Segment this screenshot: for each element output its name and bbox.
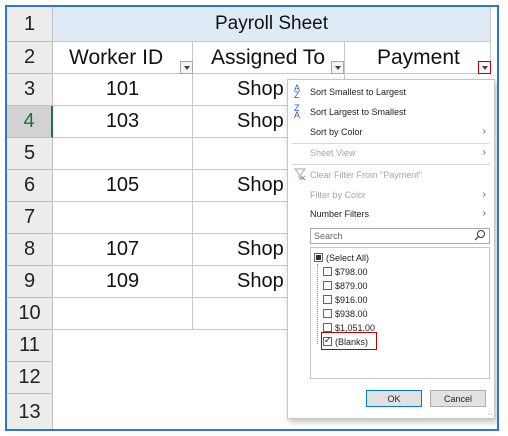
filter-item[interactable]: $798.00 <box>323 265 368 278</box>
row-header-11[interactable]: 11 <box>7 330 53 362</box>
payment-filter-button[interactable] <box>478 61 491 74</box>
worker-id-cell[interactable]: 107 <box>53 234 193 266</box>
sort-by-color-item[interactable]: Sort by Color › <box>288 122 494 142</box>
worker-id-cell[interactable]: 101 <box>53 74 193 106</box>
chevron-right-icon: › <box>482 189 486 200</box>
worker-id-cell[interactable] <box>53 202 193 234</box>
filter-item-label: $1,051.00 <box>335 322 376 333</box>
chevron-right-icon: › <box>482 147 486 158</box>
filter-item[interactable]: $938.00 <box>323 307 368 320</box>
row-header-3[interactable]: 3 <box>7 74 53 106</box>
filter-item-label: $879.00 <box>335 280 368 291</box>
worker-id-cell[interactable]: 105 <box>53 170 193 202</box>
filter-item-checkbox[interactable] <box>323 323 332 332</box>
chevron-right-icon: › <box>482 208 486 219</box>
header-assigned-to-label: Assigned To <box>211 45 326 69</box>
filter-item-checkbox[interactable] <box>323 309 332 318</box>
filter-item-select-all[interactable]: (Select All) <box>314 251 369 264</box>
filter-item-label: $938.00 <box>335 308 368 319</box>
row-header-8[interactable]: 8 <box>7 234 53 266</box>
filter-item-label: (Select All) <box>326 252 370 263</box>
sheet-view-item[interactable]: Sheet View › <box>288 143 494 163</box>
header-assigned-to[interactable]: Assigned To <box>193 42 345 74</box>
sort-by-color-label: Sort by Color <box>310 127 363 137</box>
clear-filter-icon <box>293 168 308 182</box>
row-header-1[interactable]: 1 <box>7 7 53 42</box>
row-header-2[interactable]: 2 <box>7 42 53 74</box>
blanks-highlight <box>321 332 377 350</box>
worker-id-cell[interactable]: 103 <box>53 106 193 138</box>
clear-filter-label: Clear Filter From "Payment" <box>310 170 422 180</box>
assigned-to-filter-button[interactable] <box>331 61 344 74</box>
filter-item-checkbox[interactable] <box>323 281 332 290</box>
filter-value-list: (Select All) $798.00 $879.00 $916.00 $93… <box>310 247 490 379</box>
header-worker-id-label: Worker ID <box>69 45 164 69</box>
search-icon <box>474 230 485 241</box>
select-all-checkbox[interactable] <box>314 253 323 262</box>
filter-by-color-item[interactable]: Filter by Color › <box>288 185 494 205</box>
filter-search-input[interactable]: Search <box>310 228 490 244</box>
row-header-6[interactable]: 6 <box>7 170 53 202</box>
row-header-7[interactable]: 7 <box>7 202 53 234</box>
tree-line <box>317 264 318 344</box>
sheet-title-cell[interactable]: Payroll Sheet <box>53 7 491 42</box>
sort-descending-item[interactable]: ZA Sort Largest to Smallest <box>288 102 494 122</box>
worker-id-filter-button[interactable] <box>180 61 193 74</box>
sheet-view-label: Sheet View <box>310 148 356 158</box>
sort-ascending-label: Sort Smallest to Largest <box>310 87 407 97</box>
chevron-right-icon: › <box>482 126 486 137</box>
cancel-button[interactable]: Cancel <box>430 390 486 407</box>
payment-filter-menu: AZ Sort Smallest to Largest ZA Sort Larg… <box>287 79 495 419</box>
sort-descending-label: Sort Largest to Smallest <box>310 107 407 117</box>
filter-item-checkbox[interactable] <box>323 267 332 276</box>
excel-window: 1 2 3 4 5 6 7 8 9 10 11 12 13 Payroll Sh… <box>5 5 499 431</box>
filter-by-color-label: Filter by Color <box>310 190 367 200</box>
filter-item-label: $798.00 <box>335 266 368 277</box>
header-worker-id[interactable]: Worker ID <box>53 42 193 74</box>
row-header-4[interactable]: 4 <box>7 106 53 138</box>
row-header-9[interactable]: 9 <box>7 266 53 298</box>
ok-button[interactable]: OK <box>366 390 422 407</box>
number-filters-item[interactable]: Number Filters › <box>288 204 494 224</box>
worker-id-cell[interactable]: 109 <box>53 266 193 298</box>
worker-id-cell[interactable] <box>53 138 193 170</box>
row-header-5[interactable]: 5 <box>7 138 53 170</box>
sort-descending-icon: ZA <box>294 103 301 120</box>
header-payment-label: Payment <box>377 45 460 69</box>
header-payment[interactable]: Payment <box>345 42 491 74</box>
sort-ascending-icon: AZ <box>294 83 301 100</box>
filter-item-label: $916.00 <box>335 294 368 305</box>
row-header-12[interactable]: 12 <box>7 362 53 394</box>
filter-item-checkbox[interactable] <box>323 295 332 304</box>
worker-id-cell[interactable] <box>53 298 193 330</box>
clear-filter-item[interactable]: Clear Filter From "Payment" <box>288 165 494 185</box>
search-placeholder: Search <box>314 231 343 241</box>
row-header-13[interactable]: 13 <box>7 394 53 429</box>
row-header-10[interactable]: 10 <box>7 298 53 330</box>
number-filters-label: Number Filters <box>310 209 370 219</box>
filter-item[interactable]: $916.00 <box>323 293 368 306</box>
filter-item[interactable]: $879.00 <box>323 279 368 292</box>
sort-ascending-item[interactable]: AZ Sort Smallest to Largest <box>288 82 494 102</box>
resize-grip-icon[interactable]: ∴ <box>488 409 492 417</box>
